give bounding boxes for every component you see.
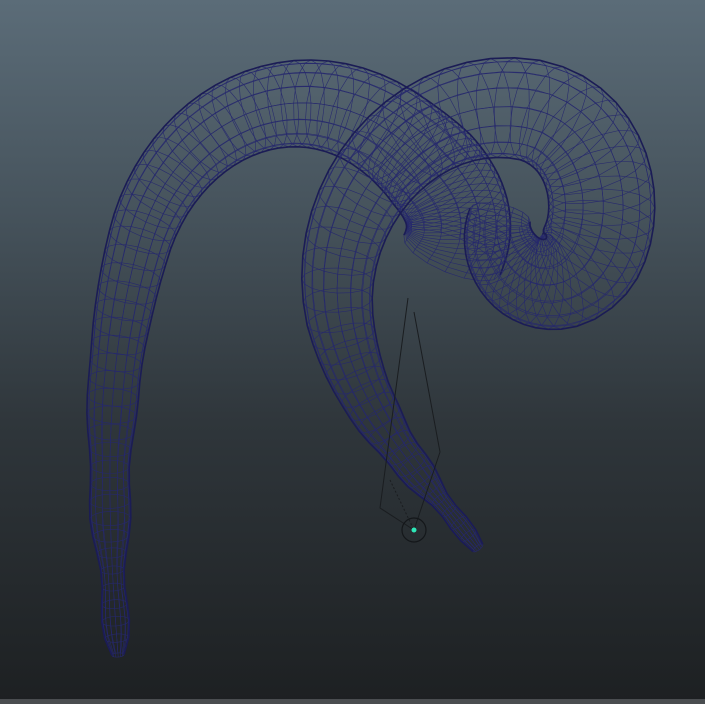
viewport-bottom-edge (0, 699, 705, 704)
mesh-edge (545, 216, 646, 269)
mesh-edge (86, 59, 511, 656)
mesh-edge (120, 133, 425, 657)
scene-canvas[interactable] (0, 0, 705, 704)
mesh-silhouette-edge (300, 56, 656, 553)
mesh-edge (225, 77, 267, 153)
mesh-edge (120, 132, 425, 654)
mesh-edge (238, 70, 277, 150)
mesh-edge (368, 152, 554, 545)
mesh-edge (349, 125, 584, 546)
mesh-silhouette-edge (86, 59, 512, 656)
3d-viewport[interactable] (0, 0, 705, 704)
mesh-edge (109, 102, 462, 658)
mesh-edge (526, 75, 588, 166)
mesh-edge (116, 118, 442, 653)
mesh-edge (142, 149, 203, 198)
mesh-edge (531, 86, 604, 170)
mesh-edge (311, 205, 387, 244)
horn-right-wireframe[interactable] (300, 56, 656, 553)
mesh-edge (122, 143, 413, 656)
mesh-edge (535, 99, 619, 175)
mesh-edge (116, 119, 442, 657)
mesh-edge (547, 161, 652, 204)
mesh-edge (362, 142, 566, 547)
mesh-edge (303, 60, 652, 553)
horn-left-wireframe[interactable] (86, 59, 512, 658)
mesh-edge (540, 114, 630, 181)
pivot-point-icon[interactable] (411, 527, 417, 533)
mesh-edge (311, 71, 641, 552)
mesh-edge (253, 66, 288, 149)
mesh-edge (542, 226, 628, 298)
mesh-edge (509, 59, 551, 160)
